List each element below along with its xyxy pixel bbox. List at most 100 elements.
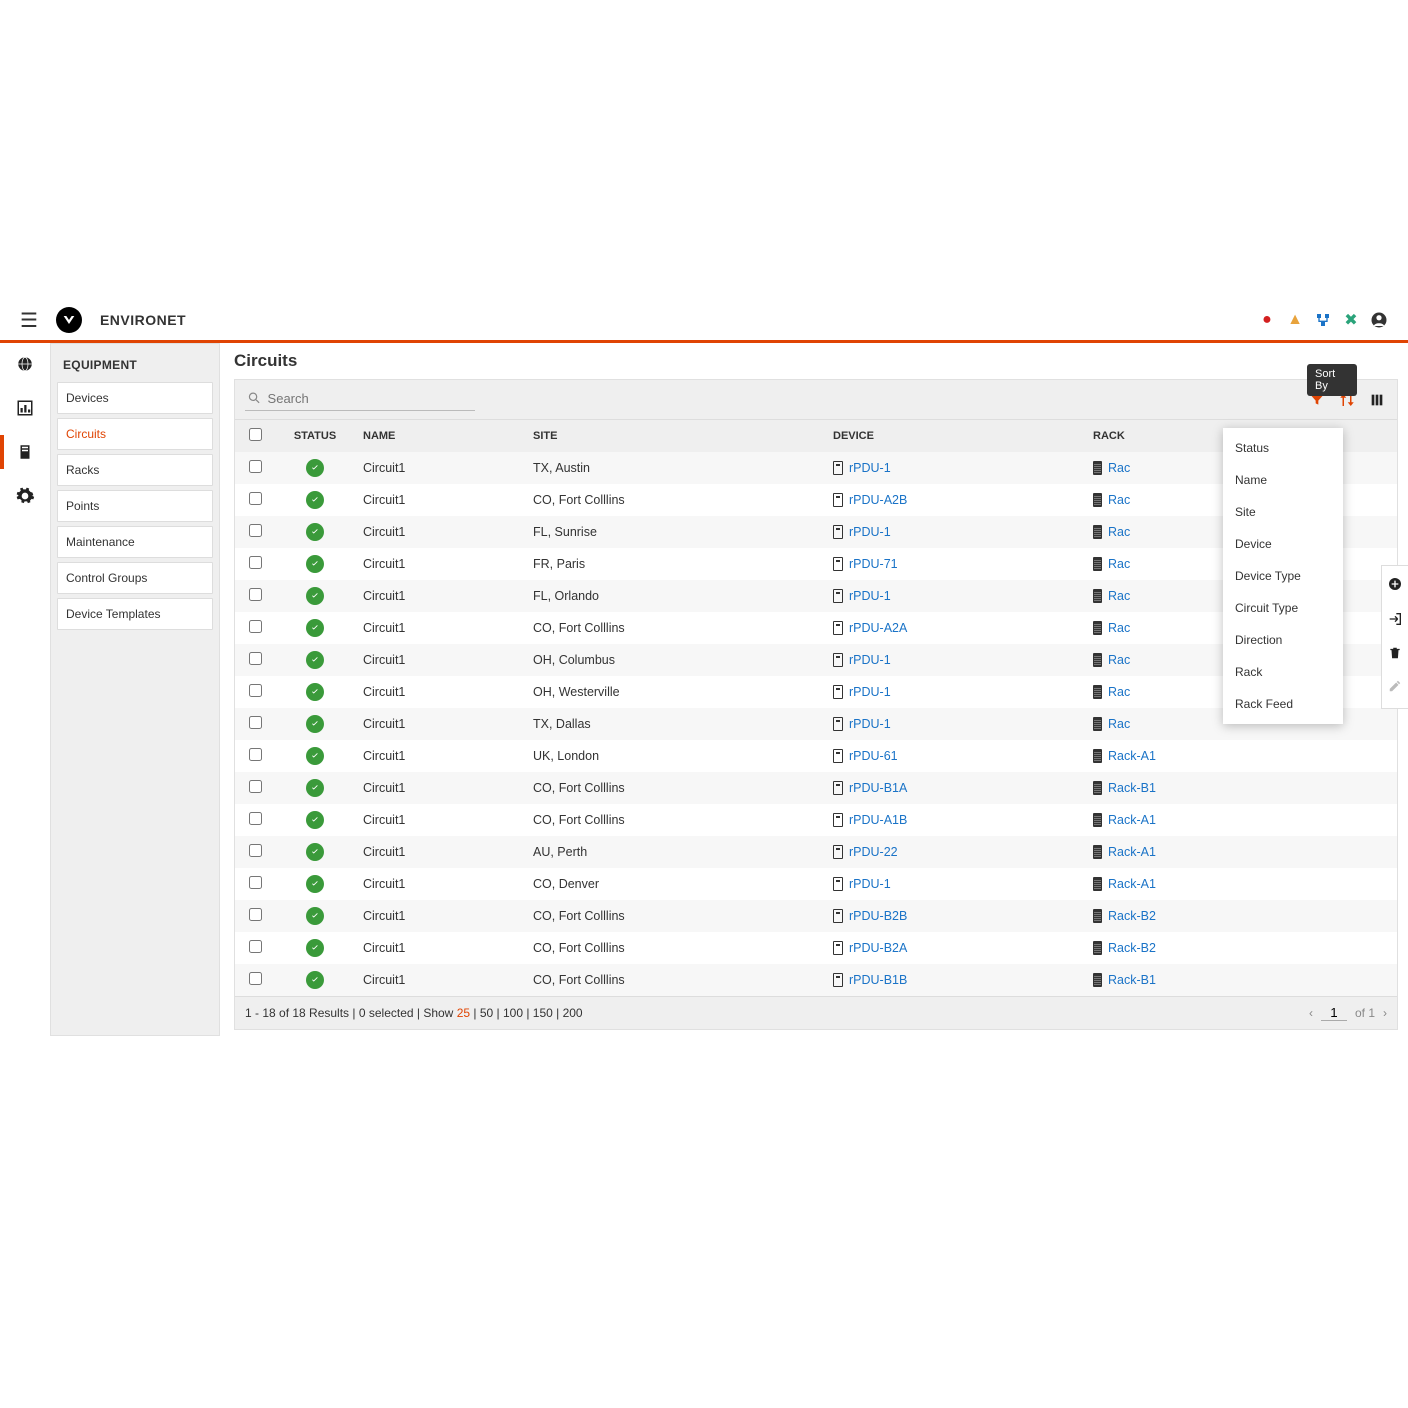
device-link[interactable]: rPDU-61: [849, 749, 898, 763]
row-checkbox[interactable]: [249, 908, 262, 921]
rack-link[interactable]: Rac: [1108, 461, 1130, 475]
account-icon[interactable]: [1370, 311, 1388, 329]
row-checkbox[interactable]: [249, 620, 262, 633]
rack-link[interactable]: Rac: [1108, 717, 1130, 731]
rack-link[interactable]: Rac: [1108, 621, 1130, 635]
device-link[interactable]: rPDU-1: [849, 589, 891, 603]
device-link[interactable]: rPDU-1: [849, 877, 891, 891]
device-link[interactable]: rPDU-71: [849, 557, 898, 571]
select-all-checkbox[interactable]: [249, 428, 262, 441]
device-link[interactable]: rPDU-B2A: [849, 941, 907, 955]
rack-link[interactable]: Rack-A1: [1108, 845, 1156, 859]
rack-link[interactable]: Rack-A1: [1108, 749, 1156, 763]
row-checkbox[interactable]: [249, 876, 262, 889]
edit-icon[interactable]: [1388, 679, 1402, 698]
rack-link[interactable]: Rac: [1108, 685, 1130, 699]
rack-link[interactable]: Rack-A1: [1108, 813, 1156, 827]
page-size-current[interactable]: 25: [457, 1006, 470, 1020]
row-checkbox[interactable]: [249, 812, 262, 825]
alert-critical-icon[interactable]: ●: [1258, 311, 1276, 329]
row-checkbox[interactable]: [249, 588, 262, 601]
row-checkbox[interactable]: [249, 844, 262, 857]
table-row[interactable]: Circuit1CO, Fort ColllinsrPDU-B1ARack-B1: [235, 772, 1397, 804]
chart-icon[interactable]: [10, 393, 40, 423]
sort-option-device[interactable]: Device: [1223, 528, 1343, 560]
prev-page-icon[interactable]: ‹: [1309, 1006, 1313, 1020]
sort-option-name[interactable]: Name: [1223, 464, 1343, 496]
row-checkbox[interactable]: [249, 780, 262, 793]
globe-icon[interactable]: [10, 349, 40, 379]
col-device[interactable]: DEVICE: [825, 420, 1085, 452]
table-row[interactable]: Circuit1CO, Fort ColllinsrPDU-B2BRack-B2: [235, 900, 1397, 932]
device-link[interactable]: rPDU-1: [849, 717, 891, 731]
device-link[interactable]: rPDU-1: [849, 653, 891, 667]
search-input[interactable]: [268, 391, 473, 406]
device-link[interactable]: rPDU-A2B: [849, 493, 907, 507]
add-icon[interactable]: [1387, 576, 1403, 597]
settings-gear-icon[interactable]: [10, 481, 40, 511]
col-name[interactable]: NAME: [355, 420, 525, 452]
search-input-wrap[interactable]: [245, 388, 475, 411]
server-icon[interactable]: [10, 437, 40, 467]
table-row[interactable]: Circuit1AU, PerthrPDU-22Rack-A1: [235, 836, 1397, 868]
page-input[interactable]: [1321, 1005, 1347, 1021]
row-checkbox[interactable]: [249, 460, 262, 473]
rack-link[interactable]: Rack-B1: [1108, 781, 1156, 795]
menu-icon[interactable]: ☰: [20, 308, 38, 333]
table-row[interactable]: Circuit1CO, Fort ColllinsrPDU-B2ARack-B2: [235, 932, 1397, 964]
device-link[interactable]: rPDU-1: [849, 525, 891, 539]
rack-link[interactable]: Rac: [1108, 589, 1130, 603]
row-checkbox[interactable]: [249, 524, 262, 537]
device-link[interactable]: rPDU-A2A: [849, 621, 907, 635]
alert-warning-icon[interactable]: ▲: [1286, 311, 1304, 329]
device-link[interactable]: rPDU-22: [849, 845, 898, 859]
sidebar-item-control-groups[interactable]: Control Groups: [57, 562, 213, 594]
table-row[interactable]: Circuit1CO, DenverrPDU-1Rack-A1: [235, 868, 1397, 900]
delete-icon[interactable]: [1388, 646, 1402, 665]
row-checkbox[interactable]: [249, 972, 262, 985]
sort-option-status[interactable]: Status: [1223, 432, 1343, 464]
sidebar-item-maintenance[interactable]: Maintenance: [57, 526, 213, 558]
import-icon[interactable]: [1387, 611, 1403, 632]
device-link[interactable]: rPDU-A1B: [849, 813, 907, 827]
col-status[interactable]: STATUS: [275, 420, 355, 452]
rack-link[interactable]: Rac: [1108, 525, 1130, 539]
rack-link[interactable]: Rack-A1: [1108, 877, 1156, 891]
row-checkbox[interactable]: [249, 940, 262, 953]
col-site[interactable]: SITE: [525, 420, 825, 452]
sort-option-direction[interactable]: Direction: [1223, 624, 1343, 656]
row-checkbox[interactable]: [249, 748, 262, 761]
columns-icon[interactable]: [1367, 390, 1387, 410]
row-checkbox[interactable]: [249, 556, 262, 569]
rack-link[interactable]: Rac: [1108, 557, 1130, 571]
rack-link[interactable]: Rac: [1108, 493, 1130, 507]
row-checkbox[interactable]: [249, 716, 262, 729]
device-link[interactable]: rPDU-1: [849, 461, 891, 475]
sort-option-rack-feed[interactable]: Rack Feed: [1223, 688, 1343, 720]
sort-option-rack[interactable]: Rack: [1223, 656, 1343, 688]
sidebar-item-points[interactable]: Points: [57, 490, 213, 522]
rack-link[interactable]: Rac: [1108, 653, 1130, 667]
sort-option-circuit-type[interactable]: Circuit Type: [1223, 592, 1343, 624]
device-link[interactable]: rPDU-B1B: [849, 973, 907, 987]
sidebar-item-circuits[interactable]: Circuits: [57, 418, 213, 450]
table-row[interactable]: Circuit1UK, LondonrPDU-61Rack-A1: [235, 740, 1397, 772]
rack-link[interactable]: Rack-B2: [1108, 909, 1156, 923]
sidebar-item-device-templates[interactable]: Device Templates: [57, 598, 213, 630]
device-link[interactable]: rPDU-B1A: [849, 781, 907, 795]
tools-icon[interactable]: ✖: [1342, 311, 1360, 329]
sort-option-device-type[interactable]: Device Type: [1223, 560, 1343, 592]
device-link[interactable]: rPDU-B2B: [849, 909, 907, 923]
sidebar-item-racks[interactable]: Racks: [57, 454, 213, 486]
device-link[interactable]: rPDU-1: [849, 685, 891, 699]
row-checkbox[interactable]: [249, 492, 262, 505]
row-checkbox[interactable]: [249, 684, 262, 697]
table-row[interactable]: Circuit1CO, Fort ColllinsrPDU-A1BRack-A1: [235, 804, 1397, 836]
rack-link[interactable]: Rack-B2: [1108, 941, 1156, 955]
rack-link[interactable]: Rack-B1: [1108, 973, 1156, 987]
sidebar-item-devices[interactable]: Devices: [57, 382, 213, 414]
next-page-icon[interactable]: ›: [1383, 1006, 1387, 1020]
sort-option-site[interactable]: Site: [1223, 496, 1343, 528]
table-row[interactable]: Circuit1CO, Fort ColllinsrPDU-B1BRack-B1: [235, 964, 1397, 996]
row-checkbox[interactable]: [249, 652, 262, 665]
